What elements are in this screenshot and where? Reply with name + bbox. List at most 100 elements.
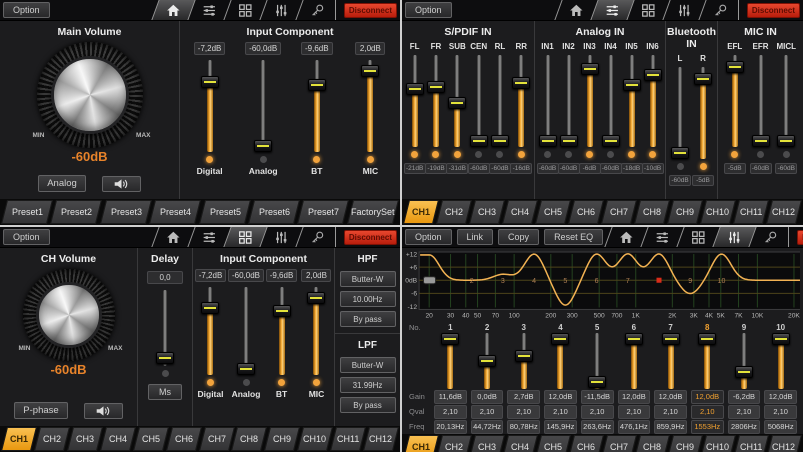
channel-tab-ch1[interactable]: CH1: [403, 435, 439, 452]
eq-band-slider[interactable]: [661, 333, 681, 389]
hpf-freq-button[interactable]: 10.00Hz: [340, 291, 396, 307]
eq-band-slider[interactable]: [624, 333, 644, 389]
channel-tab-ch8[interactable]: CH8: [634, 435, 670, 452]
preset-tab-factoryset[interactable]: FactorySet: [347, 200, 399, 224]
slider-handle[interactable]: [201, 76, 219, 88]
input-level-slider[interactable]: [306, 287, 326, 375]
option-button[interactable]: Option: [405, 229, 452, 245]
eq-band-slider[interactable]: [697, 333, 717, 389]
slider-handle[interactable]: [512, 77, 530, 89]
channel-tab-ch12[interactable]: CH12: [766, 200, 802, 224]
lpf-type-button[interactable]: Butter-W: [340, 357, 396, 373]
preset-tab-preset2[interactable]: Preset2: [50, 200, 102, 224]
band-gain-value[interactable]: -11,5dB: [581, 390, 614, 404]
preset-tab-preset5[interactable]: Preset5: [199, 200, 251, 224]
channel-tab-ch10[interactable]: CH10: [700, 435, 736, 452]
mixer-level-slider[interactable]: [643, 55, 663, 147]
eq-band-slider[interactable]: [477, 333, 497, 389]
eq-band-slider[interactable]: [734, 333, 754, 389]
channel-tab-ch5[interactable]: CH5: [133, 427, 169, 451]
analog-source-button[interactable]: Analog: [38, 175, 86, 192]
band-qval-value[interactable]: 2,10: [471, 405, 504, 419]
input-level-slider[interactable]: [272, 287, 292, 375]
slider-handle[interactable]: [307, 292, 325, 304]
option-button[interactable]: Option: [3, 2, 50, 18]
channel-tab-ch12[interactable]: CH12: [363, 427, 399, 451]
slider-handle[interactable]: [427, 81, 445, 93]
band-qval-value[interactable]: 2,10: [507, 405, 540, 419]
channel-tab-ch10[interactable]: CH10: [297, 427, 333, 451]
channel-tab-ch5[interactable]: CH5: [535, 200, 571, 224]
band-gain-value[interactable]: 2,7dB: [507, 390, 540, 404]
band-qval-value[interactable]: 2,10: [654, 405, 687, 419]
delay-slider[interactable]: [155, 290, 175, 366]
mixer-level-slider[interactable]: [559, 55, 579, 147]
input-level-slider[interactable]: [253, 60, 273, 152]
band-gain-value[interactable]: 12,0dB: [691, 390, 724, 404]
slider-handle[interactable]: [752, 135, 770, 147]
channel-tab-ch2[interactable]: CH2: [34, 427, 70, 451]
mixer-level-slider[interactable]: [622, 55, 642, 147]
mixer-level-slider[interactable]: [776, 55, 796, 147]
preset-tab-preset7[interactable]: Preset7: [297, 200, 349, 224]
slider-handle[interactable]: [156, 352, 174, 364]
preset-tab-preset6[interactable]: Preset6: [248, 200, 300, 224]
channel-tab-ch9[interactable]: CH9: [667, 435, 703, 452]
channel-tab-ch8[interactable]: CH8: [231, 427, 267, 451]
slider-handle[interactable]: [602, 135, 620, 147]
band-freq-value[interactable]: 44,72Hz: [471, 420, 504, 434]
band-qval-value[interactable]: 2,10: [728, 405, 761, 419]
slider-handle[interactable]: [694, 73, 712, 85]
band-gain-value[interactable]: 12,0dB: [618, 390, 651, 404]
main-volume-knob[interactable]: MINMAX: [37, 42, 143, 148]
mixer-level-slider[interactable]: [490, 55, 510, 147]
channel-tab-ch2[interactable]: CH2: [436, 200, 472, 224]
band-freq-value[interactable]: 5068Hz: [764, 420, 797, 434]
link-button[interactable]: Link: [457, 229, 494, 245]
band-freq-value[interactable]: 476,1Hz: [618, 420, 651, 434]
slider-handle[interactable]: [625, 333, 643, 345]
hpf-type-button[interactable]: Butter-W: [340, 271, 396, 287]
band-qval-value[interactable]: 2,10: [764, 405, 797, 419]
slider-handle[interactable]: [273, 305, 291, 317]
preset-tab-preset1[interactable]: Preset1: [1, 200, 53, 224]
band-qval-value[interactable]: 2,10: [544, 405, 577, 419]
nav-tab-key[interactable]: [698, 0, 741, 20]
band-qval-value[interactable]: 2,10: [618, 405, 651, 419]
slider-handle[interactable]: [441, 333, 459, 345]
slider-handle[interactable]: [478, 355, 496, 367]
slider-handle[interactable]: [644, 69, 662, 81]
mixer-level-slider[interactable]: [693, 67, 713, 159]
slider-handle[interactable]: [623, 79, 641, 91]
mixer-level-slider[interactable]: [405, 55, 425, 147]
mixer-level-slider[interactable]: [426, 55, 446, 147]
channel-tab-ch1[interactable]: CH1: [1, 427, 37, 451]
nav-tab-key[interactable]: [295, 0, 338, 20]
channel-tab-ch4[interactable]: CH4: [100, 427, 136, 451]
eq-band-slider[interactable]: [440, 333, 460, 389]
band-gain-value[interactable]: 12,0dB: [544, 390, 577, 404]
band-gain-value[interactable]: 12,0dB: [764, 390, 797, 404]
input-level-slider[interactable]: [236, 287, 256, 375]
channel-tab-ch9[interactable]: CH9: [667, 200, 703, 224]
preset-tab-preset3[interactable]: Preset3: [100, 200, 152, 224]
hpf-bypass-button[interactable]: By pass: [340, 311, 396, 327]
slider-handle[interactable]: [254, 140, 272, 152]
lpf-bypass-button[interactable]: By pass: [340, 397, 396, 413]
disconnect-button[interactable]: Disconnect: [747, 3, 800, 18]
slider-handle[interactable]: [726, 61, 744, 73]
slider-handle[interactable]: [551, 333, 569, 345]
option-button[interactable]: Option: [3, 229, 50, 245]
slider-handle[interactable]: [671, 147, 689, 159]
input-level-slider[interactable]: [200, 60, 220, 152]
slider-handle[interactable]: [491, 135, 509, 147]
channel-tab-ch9[interactable]: CH9: [264, 427, 300, 451]
channel-tab-ch11[interactable]: CH11: [330, 427, 366, 451]
band-freq-value[interactable]: 1553Hz: [691, 420, 724, 434]
slider-handle[interactable]: [581, 63, 599, 75]
band-freq-value[interactable]: 20,13Hz: [434, 420, 467, 434]
band-freq-value[interactable]: 80,78Hz: [507, 420, 540, 434]
slider-handle[interactable]: [406, 83, 424, 95]
slider-handle[interactable]: [698, 333, 716, 345]
slider-handle[interactable]: [539, 135, 557, 147]
